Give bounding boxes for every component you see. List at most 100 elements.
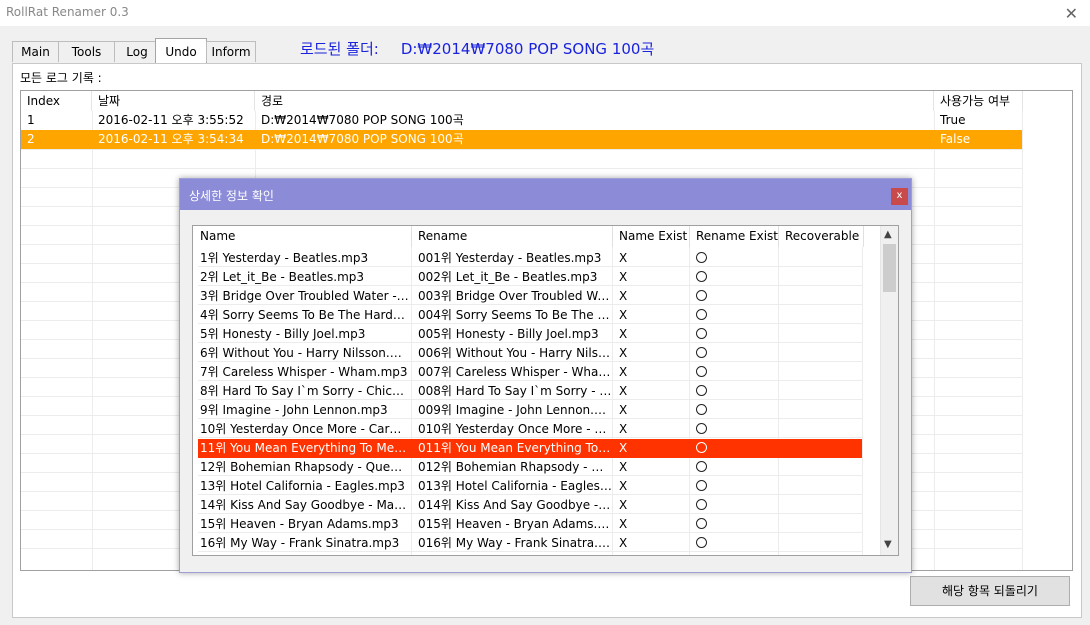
grid-row[interactable]: 8위 Hard To Say I`m Sorry - Chicago... 00… xyxy=(198,382,862,401)
loaded-folder: 로드된 폴더: D:₩2014₩7080 POP SONG 100곡 xyxy=(300,38,654,59)
grid-cell-name: 12위 Bohemian Rhapsody - Queen.... xyxy=(200,460,409,474)
grid-cell-name: 5위 Honesty - Billy Joel.mp3 xyxy=(200,327,366,341)
dialog-titlebar: 상세한 정보 확인 xyxy=(180,179,911,210)
grid-cell-rename: 006위 Without You - Harry Nilss... xyxy=(418,346,612,360)
grid-cell-rename-exist xyxy=(694,268,778,287)
tab-log[interactable]: Log xyxy=(114,41,160,62)
tab-undo[interactable]: Undo xyxy=(155,38,207,63)
grid-cell-rename-exist xyxy=(694,420,778,439)
circle-icon xyxy=(696,480,707,491)
grid-row[interactable]: 4위 Sorry Seems To Be The Hardest ... 004… xyxy=(198,306,862,325)
log-row-selected[interactable]: 2 2016-02-11 오후 3:54:34 D:₩2014₩7080 POP… xyxy=(21,130,1022,149)
column-header-rename[interactable]: Rename xyxy=(411,226,613,247)
scroll-thumb[interactable] xyxy=(883,244,896,292)
circle-icon xyxy=(696,499,707,510)
grid-cell-name-exist: X xyxy=(619,536,628,550)
dialog-title: 상세한 정보 확인 xyxy=(189,189,274,203)
grid-row[interactable]: 2위 Let_it_Be - Beatles.mp3 002위 Let_it_B… xyxy=(198,268,862,287)
scroll-down-icon[interactable]: ▼ xyxy=(884,539,892,550)
grid-cell-name: 1위 Yesterday - Beatles.mp3 xyxy=(200,251,369,265)
grid-row[interactable]: 14위 Kiss And Say Goodbye - Manha... 014위… xyxy=(198,496,862,515)
window-titlebar: RollRat Renamer 0.3 ✕ xyxy=(0,0,1090,26)
grid-row[interactable]: 3위 Bridge Over Troubled Water - Si... 00… xyxy=(198,287,862,306)
grid-cell-rename: 003위 Bridge Over Troubled Wat... xyxy=(418,289,612,303)
grid-row[interactable]: 5위 Honesty - Billy Joel.mp3 005위 Honesty… xyxy=(198,325,862,344)
column-header-date[interactable]: 날짜 xyxy=(92,91,255,111)
log-list-label: 모든 로그 기록 : xyxy=(20,71,102,85)
grid-cell-name-exist: X xyxy=(619,441,628,455)
grid-cell-name-exist: X xyxy=(619,460,628,474)
circle-icon xyxy=(696,404,707,415)
grid-row[interactable]: 12위 Bohemian Rhapsody - Queen.... 012위 B… xyxy=(198,458,862,477)
column-header-index[interactable]: Index xyxy=(21,91,92,111)
grid-cell-rename-exist xyxy=(694,439,778,458)
vertical-scrollbar[interactable]: ▲ ▼ xyxy=(880,226,898,555)
circle-icon xyxy=(696,309,707,320)
circle-icon xyxy=(696,423,707,434)
tab-main[interactable]: Main xyxy=(12,41,59,62)
grid-cell-rename-exist xyxy=(694,287,778,306)
grid-cell-rename: 012위 Bohemian Rhapsody - Qu... xyxy=(418,460,612,474)
grid-row[interactable]: 13위 Hotel California - Eagles.mp3 013위 H… xyxy=(198,477,862,496)
grid-cell-rename-exist xyxy=(694,382,778,401)
column-header-available[interactable]: 사용가능 여부 xyxy=(934,91,1023,111)
grid-row[interactable]: 15위 Heaven - Bryan Adams.mp3 015위 Heaven… xyxy=(198,515,862,534)
grid-cell-rename: 002위 Let_it_Be - Beatles.mp3 xyxy=(418,270,598,284)
revert-button[interactable]: 해당 항목 되돌리기 xyxy=(910,576,1070,606)
grid-cell-rename: 016위 My Way - Frank Sinatra.m... xyxy=(418,536,612,550)
grid-cell-rename: 001위 Yesterday - Beatles.mp3 xyxy=(418,251,602,265)
grid-cell-name: 7위 Careless Whisper - Wham.mp3 xyxy=(200,365,408,379)
log-cell-available: False xyxy=(940,132,971,146)
grid-row[interactable]: 6위 Without You - Harry Nilsson.mp3 006위 … xyxy=(198,344,862,363)
grid-row[interactable]: 9위 Imagine - John Lennon.mp3 009위 Imagin… xyxy=(198,401,862,420)
grid-row[interactable]: 16위 My Way - Frank Sinatra.mp3 016위 My W… xyxy=(198,534,862,553)
tab-inform[interactable]: Inform xyxy=(206,41,256,62)
log-row[interactable]: 1 2016-02-11 오후 3:55:52 D:₩2014₩7080 POP… xyxy=(21,111,1022,130)
grid-cell-name-exist: X xyxy=(619,270,628,284)
grid-cell-name: 4위 Sorry Seems To Be The Hardest ... xyxy=(200,308,409,322)
grid-cell-rename-exist xyxy=(694,515,778,534)
grid-row-highlighted[interactable]: 11위 You Mean Everything To Me - ... 011위… xyxy=(198,439,862,458)
grid-cell-name-exist: X xyxy=(619,517,628,531)
grid-cell-rename: 013위 Hotel California - Eagles.... xyxy=(418,479,612,493)
circle-icon xyxy=(696,461,707,472)
detail-grid-header: Name Rename Name Exist Rename Exist Reco… xyxy=(193,226,864,247)
grid-row[interactable]: 7위 Careless Whisper - Wham.mp3 007위 Care… xyxy=(198,363,862,382)
circle-icon xyxy=(696,328,707,339)
dialog-close-button[interactable]: x xyxy=(891,188,908,205)
grid-row[interactable]: 1위 Yesterday - Beatles.mp3 001위 Yesterda… xyxy=(198,249,862,268)
window-close-icon[interactable]: ✕ xyxy=(1065,4,1078,23)
column-header-path[interactable]: 경로 xyxy=(255,91,934,111)
tab-tools[interactable]: Tools xyxy=(58,41,115,62)
grid-cell-rename: 011위 You Mean Everything To ... xyxy=(418,441,612,455)
grid-cell-rename-exist xyxy=(694,344,778,363)
grid-row[interactable]: 10위 Yesterday Once More - Carpent... 010… xyxy=(198,420,862,439)
grid-cell-name: 6위 Without You - Harry Nilsson.mp3 xyxy=(200,346,409,360)
circle-icon xyxy=(696,347,707,358)
detail-grid[interactable]: Name Rename Name Exist Rename Exist Reco… xyxy=(192,225,899,556)
grid-cell-rename-exist xyxy=(694,325,778,344)
grid-cell-rename: 010위 Yesterday Once More - Ca... xyxy=(418,422,612,436)
scroll-up-icon[interactable]: ▲ xyxy=(884,229,892,240)
column-header-name[interactable]: Name xyxy=(193,226,412,247)
grid-cell-rename-exist xyxy=(694,249,778,268)
log-cell-date: 2016-02-11 오후 3:54:34 xyxy=(98,132,244,146)
column-header-name-exist[interactable]: Name Exist xyxy=(612,226,690,247)
log-cell-date: 2016-02-11 오후 3:55:52 xyxy=(98,113,244,127)
column-header-rename-exist[interactable]: Rename Exist xyxy=(689,226,779,247)
grid-cell-name: 13위 Hotel California - Eagles.mp3 xyxy=(200,479,405,493)
grid-cell-rename: 009위 Imagine - John Lennon.m... xyxy=(418,403,612,417)
grid-cell-name: 15위 Heaven - Bryan Adams.mp3 xyxy=(200,517,399,531)
grid-cell-name: 11위 You Mean Everything To Me - ... xyxy=(200,441,409,455)
log-cell-available: True xyxy=(940,113,966,127)
grid-cell-name-exist: X xyxy=(619,403,628,417)
log-cell-path: D:₩2014₩7080 POP SONG 100곡 xyxy=(261,132,464,146)
column-header-recoverable[interactable]: Recoverable xyxy=(778,226,864,247)
grid-cell-name: 8위 Hard To Say I`m Sorry - Chicago... xyxy=(200,384,409,398)
log-cell-path: D:₩2014₩7080 POP SONG 100곡 xyxy=(261,113,464,127)
grid-cell-rename-exist xyxy=(694,477,778,496)
window-title: RollRat Renamer 0.3 xyxy=(6,5,129,19)
circle-icon xyxy=(696,385,707,396)
grid-cell-rename: 008위 Hard To Say I`m Sorry - C... xyxy=(418,384,612,398)
circle-icon xyxy=(696,290,707,301)
